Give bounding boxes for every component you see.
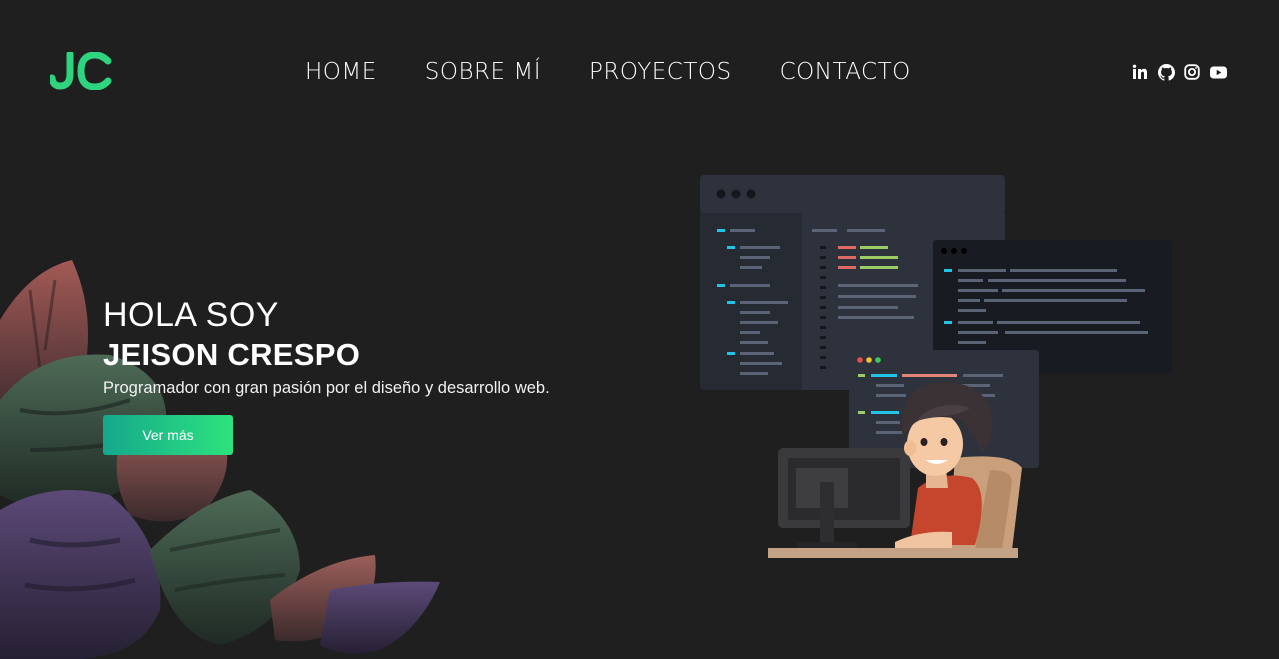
nav-home[interactable]: HOME: [305, 58, 377, 86]
linkedin-icon[interactable]: [1131, 63, 1149, 81]
hero-greeting: HOLA SOY: [103, 296, 279, 334]
main-nav: HOME SOBRE MÍ PROYECTOS CONTACTO: [305, 58, 959, 86]
jc-logo[interactable]: [50, 52, 114, 90]
nav-proyectos[interactable]: PROYECTOS: [589, 58, 732, 86]
social-links: [1131, 63, 1227, 81]
nav-sobre-mi[interactable]: SOBRE MÍ: [425, 58, 541, 86]
hero-name: JEISON CRESPO: [103, 337, 361, 372]
youtube-icon[interactable]: [1209, 63, 1227, 81]
nav-contacto[interactable]: CONTACTO: [780, 58, 911, 86]
hero-section: HOLA SOY JEISON CRESPO Programador con g…: [103, 295, 550, 455]
instagram-icon[interactable]: [1183, 63, 1201, 81]
ver-mas-button[interactable]: Ver más: [103, 415, 233, 455]
programmer-illustration: [700, 175, 1172, 558]
hero-subtitle: Programador con gran pasión por el diseñ…: [103, 379, 550, 397]
github-icon[interactable]: [1157, 63, 1175, 81]
